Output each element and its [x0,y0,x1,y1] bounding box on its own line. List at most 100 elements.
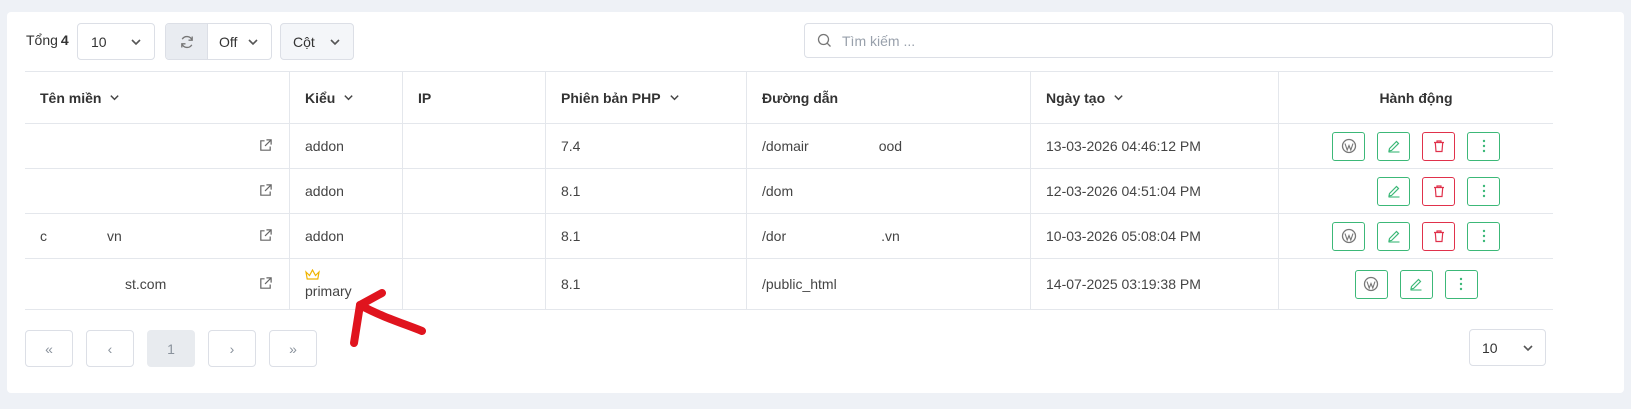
refresh-icon [180,35,193,48]
header-domain[interactable]: Tên miền [25,72,290,123]
wordpress-icon [1363,276,1379,292]
page-size-select-bottom[interactable]: 10 [1469,329,1546,366]
page-size-value: 10 [1482,339,1498,356]
header-domain-label: Tên miền [40,89,102,106]
chevron-down-icon [1523,345,1533,352]
more-button[interactable] [1467,131,1500,161]
table-row: addon 7.4 /domair ood 13-03-2026 04:46:12… [25,124,1553,169]
ip-cell [403,124,546,168]
php-value: 8.1 [561,228,581,244]
delete-button[interactable] [1422,176,1455,206]
path-value: /public_html [762,276,837,292]
delete-button[interactable] [1422,131,1455,161]
type-cell: addon [290,124,403,168]
header-path-label: Đường dẫn [762,89,839,106]
php-value: 8.1 [561,183,581,199]
table-row: st.com primary 8.1 /public_html 14-07-20… [25,259,1553,310]
pencil-icon [1387,230,1399,243]
auto-refresh-value[interactable]: Off [219,34,237,50]
path-value: /domair [762,138,809,154]
php-value: 8.1 [561,276,581,292]
columns-button[interactable]: Cột [280,23,354,60]
more-button[interactable] [1467,221,1500,251]
domain-cell [25,124,290,168]
ip-cell [403,214,546,258]
domain-cell [25,169,290,213]
external-link-icon[interactable] [258,183,273,198]
edit-button[interactable] [1399,269,1433,299]
more-vertical-icon [1482,229,1485,243]
more-button[interactable] [1467,176,1500,206]
actions-cell [1279,124,1553,168]
page-size-select[interactable]: 10 [77,23,155,60]
domain-tail: st.com [125,276,167,292]
path-value: /dom [762,183,794,199]
php-cell: 8.1 [546,259,747,309]
path-tail: .vn [881,228,900,244]
page-1-button[interactable]: 1 [147,330,195,367]
path-tail: ood [878,138,903,154]
type-cell: addon [290,214,403,258]
total-count: Tổng 4 [26,32,69,48]
created-cell: 10-03-2026 05:08:04 PM [1031,214,1279,258]
more-button[interactable] [1444,269,1478,299]
created-cell: 13-03-2026 04:46:12 PM [1031,124,1279,168]
created-value: 14-07-2025 03:19:38 PM [1046,276,1201,292]
first-page-button[interactable]: « [25,330,73,367]
header-php[interactable]: Phiên bản PHP [546,72,747,123]
header-actions: Hành động [1279,72,1553,123]
external-link-icon[interactable] [258,138,273,153]
last-page-button[interactable]: » [269,330,317,367]
crown-icon [305,269,320,280]
edit-button[interactable] [1377,131,1410,161]
header-type[interactable]: Kiểu [290,72,403,123]
actions-cell [1279,214,1553,258]
wordpress-button[interactable] [1354,269,1388,299]
wordpress-button[interactable] [1332,131,1365,161]
prev-page-button[interactable]: ‹ [86,330,134,367]
next-page-button[interactable]: › [208,330,256,367]
edit-button[interactable] [1377,176,1410,206]
path-cell: /dom [747,169,1031,213]
refresh-button[interactable] [166,24,208,59]
chevron-down-icon [1114,95,1123,101]
total-label: Tổng [26,32,58,48]
more-vertical-icon [1459,277,1463,291]
path-value: /dor [762,228,787,244]
domain-cell: st.com [25,259,290,309]
created-cell: 12-03-2026 04:51:04 PM [1031,169,1279,213]
pencil-icon [1387,185,1399,198]
created-value: 10-03-2026 05:08:04 PM [1046,228,1201,244]
auto-refresh-group: Off [165,23,272,60]
columns-label: Cột [293,33,315,50]
search-box[interactable] [804,23,1553,58]
wordpress-icon [1341,138,1356,154]
header-type-label: Kiểu [305,89,336,106]
external-link-icon[interactable] [258,276,273,291]
search-input[interactable] [842,32,1442,49]
php-value: 7.4 [561,138,581,154]
wordpress-button[interactable] [1332,221,1365,251]
type-cell: addon [290,169,403,213]
php-cell: 8.1 [546,214,747,258]
external-link-icon[interactable] [258,228,273,243]
header-actions-label: Hành động [1379,89,1453,106]
pagination: « ‹ 1 › » [25,330,317,367]
domains-table: Tên miền Kiểu IP Phiên bản PHP Đường dẫn… [25,71,1553,310]
header-created[interactable]: Ngày tạo [1031,72,1279,123]
delete-button[interactable] [1422,221,1455,251]
trash-icon [1433,140,1444,153]
edit-button[interactable] [1377,221,1410,251]
table-row: addon 8.1 /dom 12-03-2026 04:51:04 PM [25,169,1553,214]
chevron-down-icon [344,95,354,101]
path-cell: /dor .vn [747,214,1031,258]
chevron-down-icon [248,39,258,46]
pencil-icon [1387,140,1399,153]
created-value: 12-03-2026 04:51:04 PM [1046,183,1201,199]
ip-cell [403,169,546,213]
type-value: addon [305,228,344,244]
header-path: Đường dẫn [747,72,1031,123]
domain-cell: c vn [25,214,290,258]
type-value: addon [305,183,344,199]
wordpress-icon [1341,228,1356,244]
